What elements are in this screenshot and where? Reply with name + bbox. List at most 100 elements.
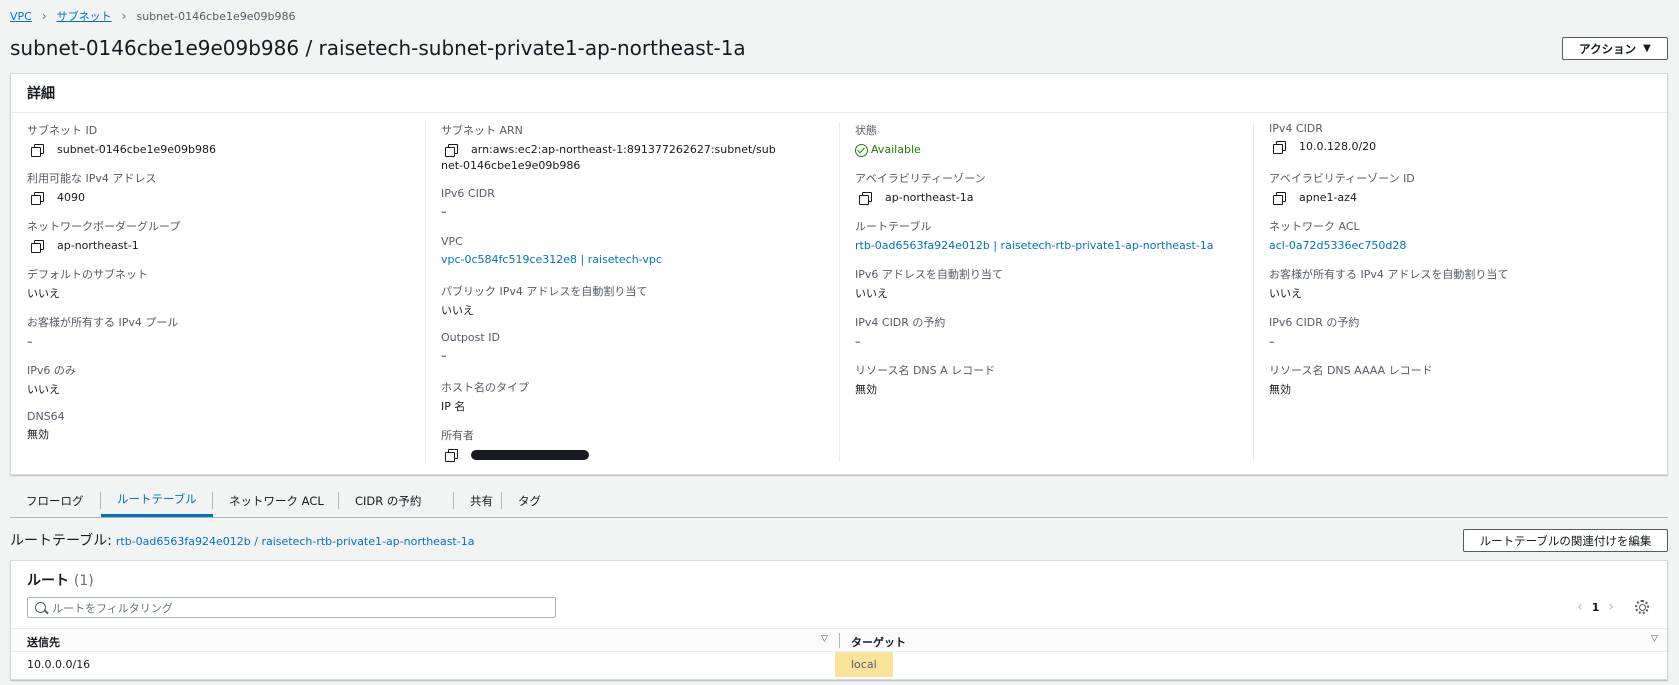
column-target[interactable]: ターゲット [851,634,906,650]
column-divider [425,122,426,462]
actions-button-label: アクション [1579,41,1637,56]
route-table-heading-link[interactable]: rtb-0ad6563fa924e012b / raisetech-rtb-pr… [116,535,475,548]
tab-network-acl[interactable]: ネットワーク ACL [213,484,340,517]
network-acl-field: ネットワーク ACL acl-0a72d5336ec750d28 [1269,218,1406,254]
field-label: ルートテーブル [855,220,932,233]
field-label: DNS64 [27,410,65,423]
search-icon [35,602,46,613]
route-table-heading: ルートテーブル: rtb-0ad6563fa924e012b / raisete… [10,530,474,550]
sort-icon[interactable]: ▽ [1651,634,1658,644]
tab-cidr-reservation[interactable]: CIDR の予約 [339,484,437,517]
ipv6-cidr-value: – [441,205,447,218]
chevron-right-icon[interactable]: › [1608,599,1614,615]
ipv4-cidr-reservation-field: IPv4 CIDR の予約 – [855,314,945,350]
owner-field: 所有者 [441,427,589,462]
copy-icon[interactable] [859,192,872,205]
table-row: 10.0.0.0/16 local [11,652,1667,677]
routes-header: ルート (1) [27,570,94,590]
page-number[interactable]: 1 [1592,601,1600,614]
routes-filter-input[interactable]: ルートをフィルタリング [27,597,556,618]
border-group-value: ap-northeast-1 [57,239,139,252]
az-id-value: apne1-az4 [1299,191,1357,204]
copy-icon[interactable] [1273,141,1286,154]
route-table-field: ルートテーブル rtb-0ad6563fa924e012b | raisetec… [855,218,1214,254]
chevron-right-icon: › [41,9,47,23]
subnet-arn-value: arn:aws:ec2:ap-northeast-1:891377262627:… [441,143,776,172]
ipv4-cidr-field: IPv4 CIDR 10.0.128.0/20 [1269,122,1376,155]
copy-icon[interactable] [445,144,458,157]
field-label: お客様が所有する IPv4 アドレスを自動割り当て [1269,268,1509,281]
subnet-id-value: subnet-0146cbe1e9e09b986 [57,143,217,156]
search-placeholder: ルートをフィルタリング [52,601,173,615]
copy-icon[interactable] [445,449,458,462]
detail-tabs: フローログ ルートテーブル ネットワーク ACL CIDR の予約 共有 タグ [10,484,1668,518]
field-label: IPv4 CIDR の予約 [855,316,946,329]
ipv4-cidr-value: 10.0.128.0/20 [1299,140,1377,153]
field-label: ネットワーク ACL [1269,220,1360,233]
copy-icon[interactable] [1273,192,1286,205]
edit-route-table-association-button[interactable]: ルートテーブルの関連付けを編集 [1463,529,1668,552]
public-ipv4-field: パブリック IPv4 アドレスを自動割り当て いいえ [441,283,647,319]
az-id-field: アベイラビリティーゾーン ID apne1-az4 [1269,170,1415,206]
tab-tags[interactable]: タグ [502,484,557,517]
ipv6-auto-field: IPv6 アドレスを自動割り当て いいえ [855,266,1003,302]
vpc-field: VPC vpc-0c584fc519ce312e8 | raisetech-vp… [441,235,662,268]
field-label: VPC [441,235,463,248]
field-label: Outpost ID [441,331,500,344]
ipv6-cidr-reservation-value: – [1269,335,1275,348]
outpost-field: Outpost ID – [441,331,500,364]
route-destination: 10.0.0.0/16 [27,658,91,671]
ipv6-only-value: いいえ [27,383,60,396]
tab-flow-logs[interactable]: フローログ [10,484,100,517]
field-label: アベイラビリティーゾーン ID [1269,172,1415,185]
route-target: local [835,652,893,677]
dns64-value: 無効 [27,428,49,441]
edit-button-label: ルートテーブルの関連付けを編集 [1479,533,1652,548]
state-field: 状態 Available [855,122,921,158]
field-label: IPv6 CIDR の予約 [1269,316,1360,329]
field-label: パブリック IPv4 アドレスを自動割り当て [441,285,648,298]
breadcrumb-vpc-link[interactable]: VPC [10,10,32,23]
tab-route-table[interactable]: ルートテーブル [101,484,213,517]
redacted-owner [471,450,589,460]
field-label: IPv4 CIDR [1269,122,1323,135]
az-field: アベイラビリティーゾーン ap-northeast-1a [855,170,986,206]
sort-icon[interactable]: ▽ [821,634,828,644]
network-acl-link[interactable]: acl-0a72d5336ec750d28 [1269,238,1406,254]
subnet-arn-field: サブネット ARN arn:aws:ec2:ap-northeast-1:891… [441,122,781,174]
route-table-link[interactable]: rtb-0ad6563fa924e012b | raisetech-rtb-pr… [855,238,1214,254]
available-ipv4-value: 4090 [57,191,85,204]
routes-panel: ルート (1) ルートをフィルタリング ‹ 1 › 送信先 ▽ ターゲット ▽ … [10,560,1668,680]
copy-icon[interactable] [31,240,44,253]
dns-aaaa-field: リソース名 DNS AAAA レコード 無効 [1269,362,1433,398]
gear-icon[interactable] [1635,600,1649,614]
chevron-left-icon[interactable]: ‹ [1577,599,1583,615]
ipv4-cidr-reservation-value: – [855,335,861,348]
route-table-heading-prefix: ルートテーブル: [10,533,112,549]
customer-ipv4-auto-value: いいえ [1269,287,1302,300]
column-destination[interactable]: 送信先 [27,634,60,650]
dns-a-value: 無効 [855,383,877,396]
routes-table-header: 送信先 ▽ ターゲット ▽ [11,628,1667,652]
default-subnet-value: いいえ [27,287,60,300]
field-label: サブネット ARN [441,124,523,137]
field-label: 状態 [855,124,877,137]
ipv6-auto-value: いいえ [855,287,888,300]
field-label: IPv6 アドレスを自動割り当て [855,268,1003,281]
copy-icon[interactable] [31,144,44,157]
vpc-link[interactable]: vpc-0c584fc519ce312e8 | raisetech-vpc [441,252,662,268]
dns-aaaa-value: 無効 [1269,383,1291,396]
dns64-field: DNS64 無効 [27,410,65,443]
page-title: subnet-0146cbe1e9e09b986 / raisetech-sub… [10,36,746,60]
details-panel: 詳細 サブネット ID subnet-0146cbe1e9e09b986 利用可… [10,73,1668,475]
state-value: Available [871,143,921,156]
breadcrumb-subnets-link[interactable]: サブネット [57,8,112,24]
column-divider [839,633,840,648]
field-label: デフォルトのサブネット [27,268,148,281]
available-ipv4-field: 利用可能な IPv4 アドレス 4090 [27,170,156,206]
breadcrumb: VPC › サブネット › subnet-0146cbe1e9e09b986 [10,8,295,24]
routes-title: ルート [27,573,69,589]
copy-icon[interactable] [31,192,44,205]
check-circle-icon [855,143,868,157]
actions-button[interactable]: アクション ▼ [1562,37,1668,60]
